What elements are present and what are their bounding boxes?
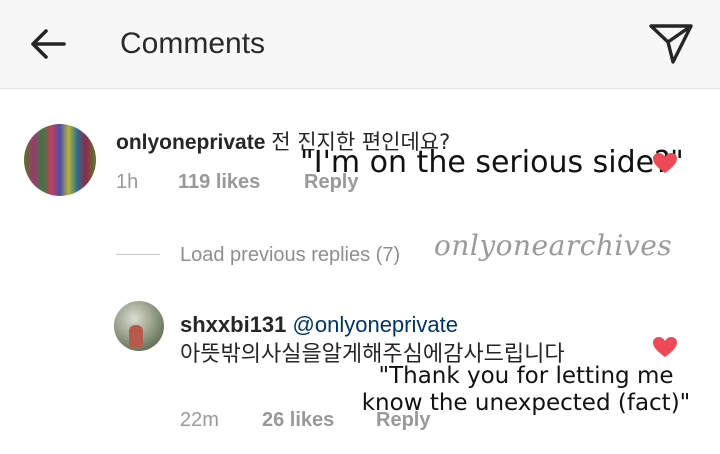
avatar[interactable] <box>24 124 96 196</box>
reply-username[interactable]: shxxbi131 <box>180 312 286 337</box>
reply-reply-button[interactable]: Reply <box>376 409 430 432</box>
arrow-left-icon <box>31 29 66 59</box>
comment-username[interactable]: onlyoneprivate <box>116 131 265 154</box>
avatar-figure <box>129 325 143 347</box>
reply-likes[interactable]: 26 likes <box>262 409 334 432</box>
reply-header: shxxbi131 @onlyoneprivate <box>180 312 458 338</box>
share-button[interactable] <box>646 20 696 66</box>
reply-mention[interactable]: @onlyoneprivate <box>293 312 458 337</box>
back-button[interactable] <box>26 22 70 66</box>
heart-icon <box>653 337 677 357</box>
reply-avatar[interactable] <box>114 301 164 351</box>
divider-line <box>116 254 160 255</box>
top-bar: Comments <box>0 0 720 89</box>
watermark-text: onlyonearchives <box>434 229 673 262</box>
heart-icon <box>653 153 677 173</box>
like-button[interactable] <box>652 152 678 174</box>
comment-time: 1h <box>116 171 139 193</box>
reply-meta: 22m 26 likes Reply <box>180 409 580 435</box>
paper-plane-icon <box>649 24 693 64</box>
comment-likes[interactable]: 119 likes <box>178 171 260 194</box>
translation-caption: "I'm on the serious side?" <box>300 145 684 180</box>
load-previous-replies[interactable]: Load previous replies (7) <box>180 244 400 267</box>
page-title: Comments <box>120 27 266 60</box>
reply-time: 22m <box>180 409 219 431</box>
reply-like-button[interactable] <box>652 336 678 358</box>
